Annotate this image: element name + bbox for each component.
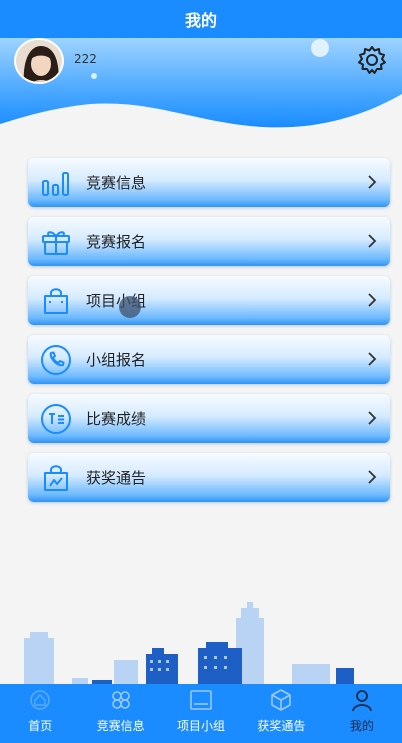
chevron-right-icon: [368, 470, 377, 484]
menu-item-award-notice[interactable]: 获奖通告: [28, 453, 390, 502]
menu-item-group-signup[interactable]: 小组报名: [28, 335, 390, 384]
tab-award-notice[interactable]: 获奖通告: [241, 684, 321, 743]
bottom-tab-bar: 首页 竞赛信息 项目小组 获奖通告 我的: [0, 684, 402, 743]
chevron-right-icon: [368, 175, 377, 189]
home-icon: [28, 688, 52, 712]
text-badge-icon: [40, 403, 72, 435]
top-bar: 我的: [0, 0, 402, 38]
shopping-bag-icon: [40, 285, 72, 317]
bar-chart-icon: [40, 167, 72, 199]
tab-label: 竞赛信息: [96, 719, 145, 733]
chevron-right-icon: [368, 352, 377, 366]
gear-icon: [358, 46, 386, 74]
menu-item-competition-signup[interactable]: 竞赛报名: [28, 217, 390, 266]
clover-icon: [109, 688, 133, 712]
tab-competition-info[interactable]: 竞赛信息: [80, 684, 160, 743]
username: 222: [74, 52, 97, 66]
menu-item-label: 竞赛信息: [86, 174, 147, 192]
tab-label: 我的: [349, 719, 374, 733]
box-icon: [269, 688, 293, 712]
image-frame-icon: [189, 688, 213, 712]
phone-icon: [40, 344, 72, 376]
chevron-right-icon: [368, 234, 377, 248]
touch-indicator: [119, 296, 141, 318]
menu-item-label: 比赛成绩: [86, 410, 147, 428]
menu-list: 竞赛信息 竞赛报名 项目小组 小组报名 比赛成绩 获奖通告: [28, 158, 390, 512]
tab-mine[interactable]: 我的: [322, 684, 402, 743]
trend-bag-icon: [40, 462, 72, 494]
page-title: 我的: [184, 11, 217, 30]
menu-item-label: 小组报名: [86, 351, 147, 369]
settings-button[interactable]: [354, 42, 390, 78]
tab-project-group[interactable]: 项目小组: [161, 684, 241, 743]
user-icon: [350, 688, 374, 712]
tab-label: 项目小组: [177, 719, 226, 733]
chevron-right-icon: [368, 293, 377, 307]
menu-item-match-results[interactable]: 比赛成绩: [28, 394, 390, 443]
tab-label: 获奖通告: [257, 719, 306, 733]
avatar[interactable]: [14, 38, 64, 84]
menu-item-label: 获奖通告: [86, 469, 147, 487]
menu-item-competition-info[interactable]: 竞赛信息: [28, 158, 390, 207]
city-skyline-illustration: [24, 602, 354, 688]
menu-item-project-group[interactable]: 项目小组: [28, 276, 390, 325]
menu-item-label: 竞赛报名: [86, 233, 147, 251]
tab-home[interactable]: 首页: [0, 684, 80, 743]
chevron-right-icon: [368, 411, 377, 425]
gift-icon: [40, 226, 72, 258]
tab-label: 首页: [28, 719, 53, 733]
